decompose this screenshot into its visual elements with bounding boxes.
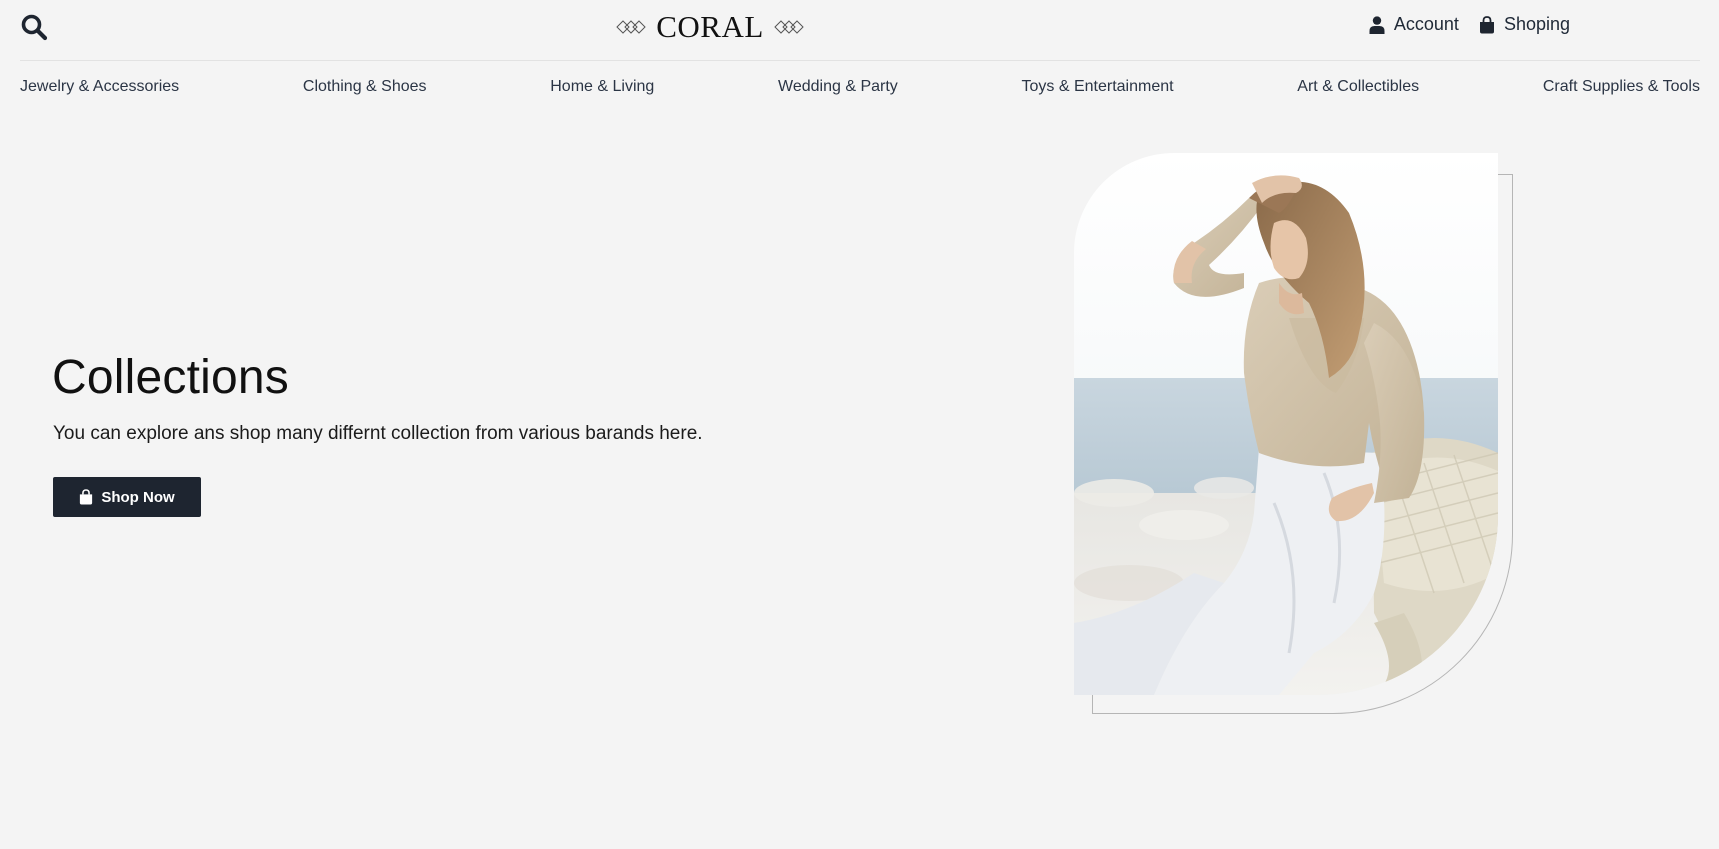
account-label: Account: [1393, 14, 1459, 34]
shop-now-label: Shop Now: [101, 488, 175, 506]
nav-item-craft-supplies-tools[interactable]: Craft Supplies & Tools: [1543, 78, 1700, 96]
nav-item-toys-entertainment[interactable]: Toys & Entertainment: [1022, 78, 1174, 96]
fashion-model-photo: [1074, 153, 1498, 695]
category-nav: Jewelry & Accessories Clothing & Shoes H…: [20, 78, 1700, 96]
nav-item-home-living[interactable]: Home & Living: [550, 78, 654, 96]
hero-title: Collections: [52, 351, 289, 404]
diamond-pattern-icon: [774, 20, 804, 34]
shopping-link[interactable]: Shoping: [1479, 14, 1570, 35]
user-icon: [1369, 15, 1385, 34]
shopping-label: Shoping: [1503, 14, 1570, 34]
nav-item-art-collectibles[interactable]: Art & Collectibles: [1297, 78, 1419, 96]
shopping-bag-icon: [1479, 15, 1494, 33]
nav-item-clothing-shoes[interactable]: Clothing & Shoes: [303, 78, 427, 96]
header-actions: Account Shoping: [1369, 14, 1570, 35]
shop-now-button[interactable]: Shop Now: [53, 477, 201, 517]
logo[interactable]: CORAL: [610, 6, 810, 48]
site-header: CORAL Account Shoping: [20, 0, 1700, 61]
hero-description: You can explore ans shop many differnt c…: [53, 423, 703, 444]
account-link[interactable]: Account: [1369, 14, 1459, 35]
nav-item-jewelry-accessories[interactable]: Jewelry & Accessories: [20, 78, 179, 96]
hero-image: [1074, 153, 1498, 695]
diamond-pattern-icon: [616, 20, 646, 34]
logo-text: CORAL: [656, 9, 764, 44]
shopping-bag-icon: [80, 489, 93, 505]
search-icon: [21, 14, 48, 41]
nav-item-wedding-party[interactable]: Wedding & Party: [778, 78, 898, 96]
search-button[interactable]: [20, 13, 48, 41]
